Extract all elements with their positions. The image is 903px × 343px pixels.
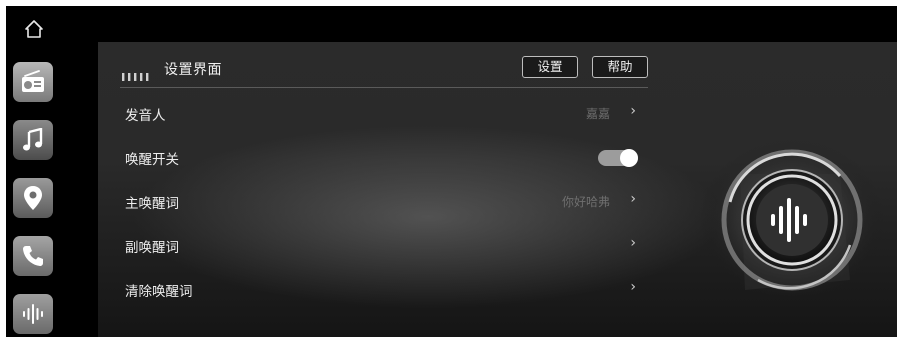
header-divider — [120, 87, 648, 88]
wake-switch-toggle[interactable] — [598, 149, 638, 167]
chevron-right-icon: › — [630, 103, 636, 119]
chevron-right-icon: › — [630, 191, 636, 207]
music-note-icon — [22, 128, 44, 152]
wake-switch-label: 唤醒开关 — [125, 152, 179, 168]
help-button[interactable]: 帮助 — [592, 56, 648, 78]
chevron-right-icon: › — [630, 279, 636, 295]
clear-wake-word-label: 清除唤醒词 — [125, 284, 193, 300]
phone-app-button[interactable] — [13, 236, 53, 276]
speaker-row[interactable]: 发音人 嘉嘉 › — [120, 94, 648, 132]
wake-switch-row: 唤醒开关 — [120, 138, 648, 176]
settings-panel: 设置界面 设置 帮助 发音人 嘉嘉 › 唤醒开关 主唤醒词 你好哈弗 › 副唤醒… — [98, 42, 897, 337]
toggle-knob — [620, 149, 638, 167]
settings-button[interactable]: 设置 — [522, 56, 578, 78]
chevron-right-icon: › — [630, 235, 636, 251]
screen: 设置界面 设置 帮助 发音人 嘉嘉 › 唤醒开关 主唤醒词 你好哈弗 › 副唤醒… — [6, 6, 897, 337]
voice-wave-icon — [21, 303, 45, 325]
home-icon[interactable] — [23, 18, 45, 40]
music-app-button[interactable] — [13, 120, 53, 160]
navigation-app-button[interactable] — [13, 178, 53, 218]
voice-assistant-orb-icon[interactable] — [700, 138, 884, 324]
location-pin-icon — [23, 185, 43, 211]
radio-app-button[interactable] — [13, 62, 53, 102]
app-dock — [6, 6, 98, 337]
clear-wake-word-row[interactable]: 清除唤醒词 › — [120, 270, 648, 308]
primary-wake-word-label: 主唤醒词 — [125, 196, 179, 212]
voice-app-button[interactable] — [13, 294, 53, 334]
phone-icon — [21, 244, 45, 268]
page-title: 设置界面 — [164, 62, 222, 78]
speaker-label: 发音人 — [125, 108, 166, 124]
primary-wake-word-value: 你好哈弗 — [561, 195, 610, 209]
secondary-wake-word-row[interactable]: 副唤醒词 › — [120, 226, 648, 264]
secondary-wake-word-label: 副唤醒词 — [125, 240, 179, 256]
radio-icon — [20, 70, 46, 94]
title-bars-icon — [122, 67, 152, 81]
speaker-value: 嘉嘉 — [585, 107, 610, 121]
primary-wake-word-row[interactable]: 主唤醒词 你好哈弗 › — [120, 182, 648, 220]
